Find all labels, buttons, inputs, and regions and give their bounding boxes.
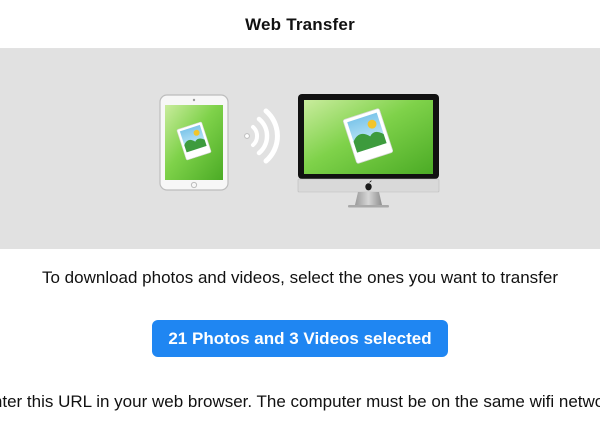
- navigation-bar: Web Transfer: [0, 0, 600, 49]
- computer-photo-icon: [297, 94, 440, 208]
- page-title: Web Transfer: [245, 15, 355, 34]
- url-instruction: Enter this URL in your web browser. The …: [0, 392, 600, 411]
- selected-items-button[interactable]: 21 Photos and 3 Videos selected: [152, 320, 448, 357]
- transfer-illustration: [0, 49, 600, 249]
- tablet-photo-icon: [159, 94, 229, 191]
- selection-instruction: To download photos and videos, select th…: [42, 268, 558, 287]
- illustration-canvas: [159, 94, 440, 208]
- wifi-signal-icon: [244, 108, 280, 164]
